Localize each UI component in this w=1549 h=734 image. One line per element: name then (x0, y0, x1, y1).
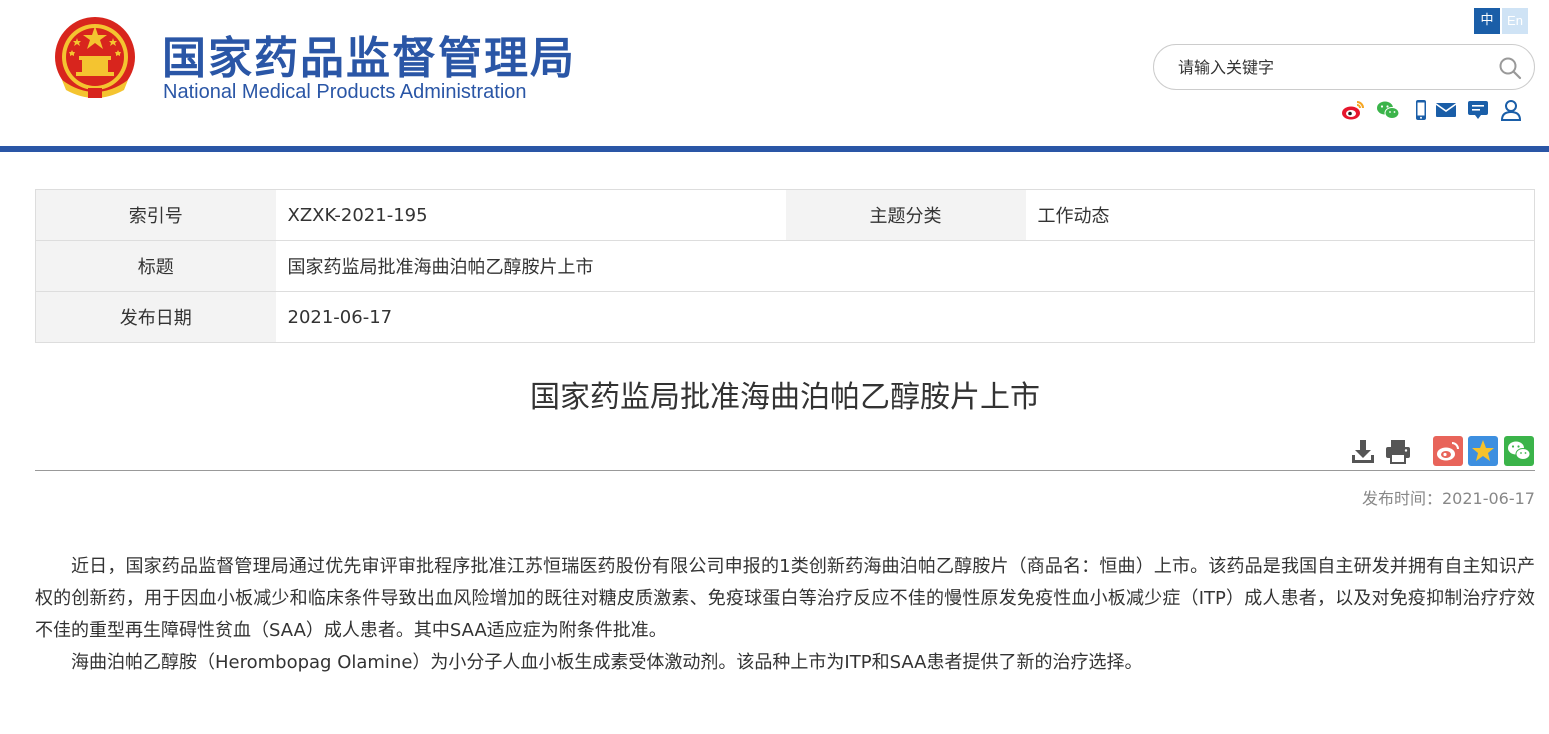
info-row: 发布日期 2021-06-17 (35, 291, 1535, 343)
share-weibo-icon[interactable] (1433, 436, 1463, 466)
article-info-table: 索引号 XZXK-2021-195 主题分类 工作动态 标题 国家药监局批准海曲… (35, 189, 1535, 343)
category-label: 主题分类 (785, 189, 1026, 241)
national-emblem-icon[interactable] (52, 14, 138, 104)
lang-en-button[interactable]: En (1502, 8, 1528, 34)
header-divider (0, 146, 1549, 152)
site-title-en[interactable]: National Medical Products Administration (163, 81, 527, 104)
search-icon[interactable] (1498, 56, 1522, 80)
mobile-icon[interactable] (1409, 98, 1433, 122)
mail-icon[interactable] (1434, 98, 1458, 122)
title-divider (35, 470, 1535, 471)
lang-zh-button[interactable]: 中 (1474, 8, 1500, 34)
search-input[interactable] (1178, 53, 1478, 81)
index-value: XZXK-2021-195 (275, 189, 786, 241)
download-icon[interactable] (1348, 436, 1378, 466)
weibo-icon[interactable] (1341, 98, 1365, 122)
info-row: 标题 国家药监局批准海曲泊帕乙醇胺片上市 (35, 240, 1535, 292)
title-label: 标题 (35, 240, 276, 292)
publish-time: 发布时间：2021-06-17 (1362, 489, 1535, 508)
category-value: 工作动态 (1025, 189, 1535, 241)
share-favorite-icon[interactable] (1468, 436, 1498, 466)
article-body: 近日，国家药品监督管理局通过优先审评审批程序批准江苏恒瑞医药股份有限公司申报的1… (35, 551, 1535, 679)
wechat-icon[interactable] (1376, 98, 1400, 122)
comment-icon[interactable] (1466, 98, 1490, 122)
print-icon[interactable] (1383, 436, 1413, 466)
date-value: 2021-06-17 (275, 291, 1535, 343)
site-header: 国家药品监督管理局 National Medical Products Admi… (0, 0, 1549, 146)
info-row: 索引号 XZXK-2021-195 主题分类 工作动态 (35, 189, 1535, 241)
title-value: 国家药监局批准海曲泊帕乙醇胺片上市 (275, 240, 1535, 292)
site-title-cn[interactable]: 国家药品监督管理局 (162, 22, 576, 86)
article-paragraph: 海曲泊帕乙醇胺（Herombopag Olamine）为小分子人血小板生成素受体… (71, 652, 1143, 673)
article-title: 国家药监局批准海曲泊帕乙醇胺片上市 (530, 380, 1040, 415)
date-label: 发布日期 (35, 291, 276, 343)
index-label: 索引号 (35, 189, 276, 241)
user-icon[interactable] (1499, 98, 1523, 122)
search-box (1153, 44, 1535, 90)
article-paragraph: 近日，国家药品监督管理局通过优先审评审批程序批准江苏恒瑞医药股份有限公司申报的1… (35, 556, 1535, 641)
share-wechat-icon[interactable] (1504, 436, 1534, 466)
